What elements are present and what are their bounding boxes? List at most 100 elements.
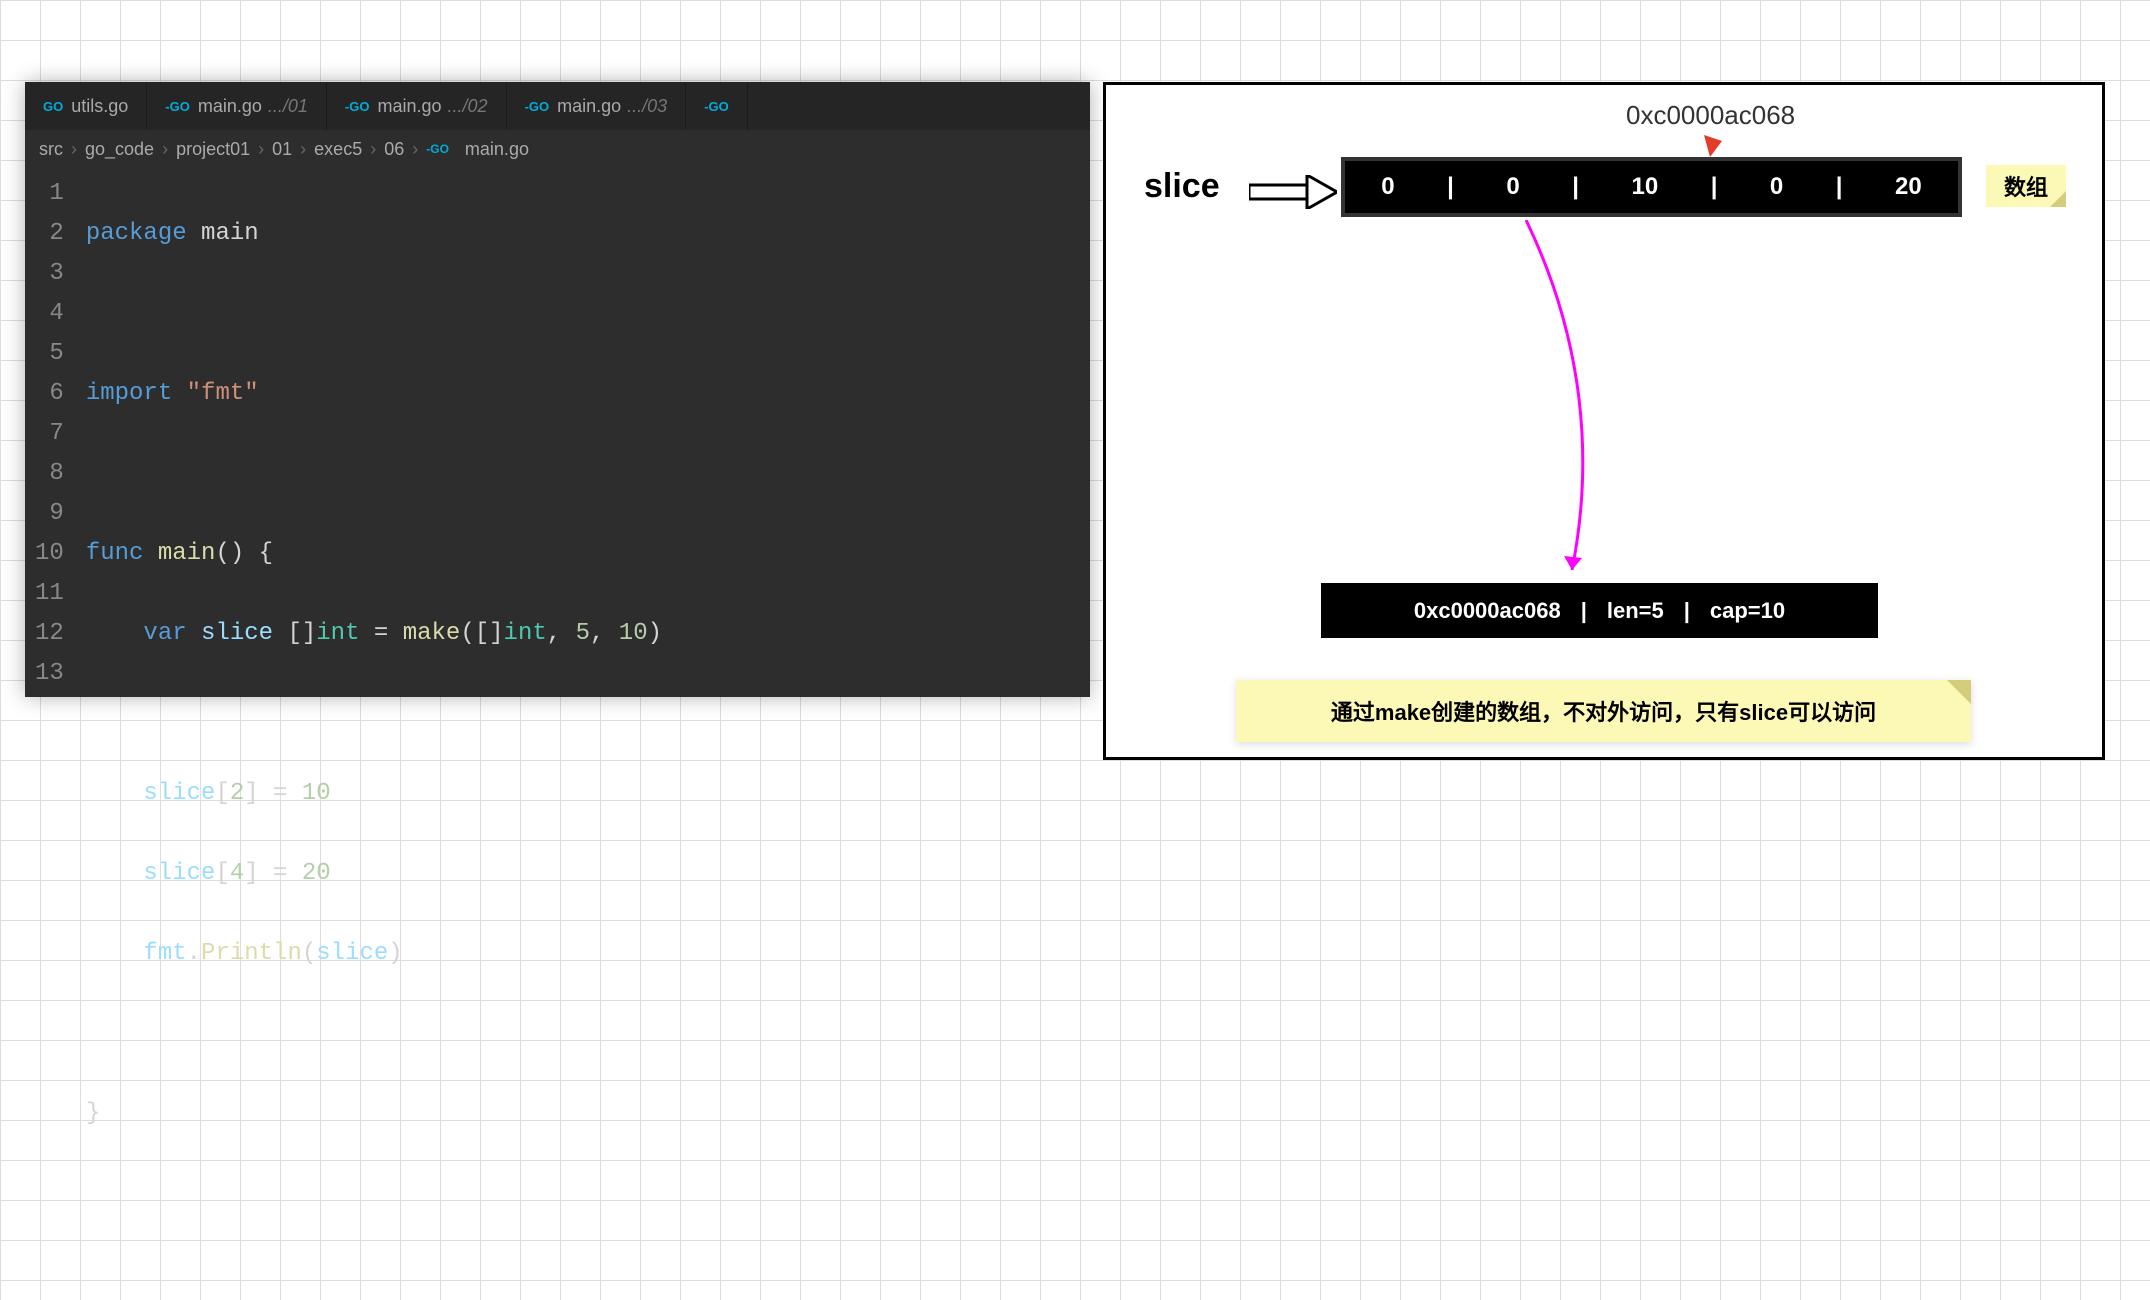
tab-label: main.go: [377, 96, 441, 117]
arrow-right-icon: [1249, 175, 1337, 209]
tab-suffix: .../01: [268, 96, 308, 117]
line-num: 1: [35, 174, 64, 214]
fn: main: [158, 540, 216, 567]
kw: var: [143, 620, 186, 647]
num: 10: [619, 620, 648, 647]
bc-item[interactable]: 01: [272, 139, 292, 160]
ident: slice: [316, 940, 388, 967]
go-icon: -GO: [345, 99, 370, 114]
tab-suffix: .../03: [627, 96, 667, 117]
go-icon: -GO: [165, 99, 190, 114]
go-icon: -GO: [525, 99, 550, 114]
line-num: 4: [35, 294, 64, 334]
line-num: 6: [35, 374, 64, 414]
code-editor: GO utils.go -GO main.go .../01 -GO main.…: [25, 82, 1090, 697]
array-tag-text: 数组: [2004, 170, 2048, 202]
tab-label: main.go: [198, 96, 262, 117]
bc-item[interactable]: src: [39, 139, 63, 160]
tok: () {: [215, 540, 273, 567]
tok: ,: [590, 620, 619, 647]
tab-suffix: .../02: [448, 96, 488, 117]
backing-array: 0| 0| 10| 0| 20: [1341, 157, 1962, 217]
sep-icon: |: [1572, 173, 1579, 201]
tab-overflow[interactable]: -GO: [686, 82, 748, 130]
array-cell: 0: [1381, 173, 1394, 201]
struct-cap: cap=10: [1710, 598, 1785, 624]
line-num: 2: [35, 214, 64, 254]
kw: func: [86, 540, 144, 567]
line-num: 9: [35, 494, 64, 534]
tok: [: [215, 780, 229, 807]
line-num: 10: [35, 534, 64, 574]
go-icon: -GO: [426, 142, 449, 156]
tab-utils[interactable]: GO utils.go: [25, 82, 147, 130]
tok: }: [86, 1100, 100, 1127]
tok: ): [388, 940, 402, 967]
tok: ): [648, 620, 662, 647]
ident: slice: [143, 860, 215, 887]
bc-file[interactable]: main.go: [465, 139, 529, 160]
tok: [: [215, 860, 229, 887]
kw: package: [86, 220, 187, 247]
line-num: 13: [35, 654, 64, 694]
note-text: 通过make创建的数组，不对外访问，只有slice可以访问: [1331, 695, 1876, 727]
arrow-down-icon: [1698, 135, 1728, 159]
tok: .: [187, 940, 201, 967]
address-label: 0xc0000ac068: [1626, 100, 1795, 131]
code-area[interactable]: 1 2 3 4 5 6 7 8 9 10 11 12 13 package ma…: [25, 168, 1090, 1300]
str: "fmt": [187, 380, 259, 407]
line-num: 3: [35, 254, 64, 294]
pointer-arrow-icon: [1524, 220, 1644, 590]
num: 10: [302, 780, 331, 807]
num: 5: [576, 620, 590, 647]
bc-item[interactable]: go_code: [85, 139, 154, 160]
memory-diagram: 0xc0000ac068 slice 0| 0| 10| 0| 20 数组 0x…: [1103, 82, 2105, 760]
code-content[interactable]: package main import "fmt" func main() { …: [86, 168, 662, 1300]
ident: fmt: [143, 940, 186, 967]
tok: ] =: [244, 860, 302, 887]
slice-header-struct: 0xc0000ac068 | len=5 | cap=10: [1321, 583, 1878, 638]
struct-addr: 0xc0000ac068: [1414, 598, 1561, 624]
sep-icon: |: [1711, 173, 1718, 201]
tab-label: utils.go: [71, 96, 128, 117]
ident: main: [201, 220, 259, 247]
go-icon: GO: [43, 99, 63, 114]
line-num: 8: [35, 454, 64, 494]
ident: slice: [201, 620, 273, 647]
annotation-note: 通过make创建的数组，不对外访问，只有slice可以访问: [1236, 680, 1971, 742]
line-num: 5: [35, 334, 64, 374]
tab-main-02[interactable]: -GO main.go .../02: [327, 82, 507, 130]
tab-bar: GO utils.go -GO main.go .../01 -GO main.…: [25, 82, 1090, 130]
line-gutter: 1 2 3 4 5 6 7 8 9 10 11 12 13: [25, 168, 86, 1300]
bc-item[interactable]: project01: [176, 139, 250, 160]
array-tag: 数组: [1986, 165, 2066, 207]
array-cell: 0: [1770, 173, 1783, 201]
tok: []: [475, 620, 504, 647]
fn: make: [403, 620, 461, 647]
line-num: 7: [35, 414, 64, 454]
line-num: 12: [35, 614, 64, 654]
tok: =: [360, 620, 403, 647]
kw: import: [86, 380, 172, 407]
array-cell: 10: [1631, 173, 1658, 201]
chevron-right-icon: ›: [412, 139, 418, 160]
bc-item[interactable]: exec5: [314, 139, 362, 160]
bc-item[interactable]: 06: [384, 139, 404, 160]
tab-main-03[interactable]: -GO main.go .../03: [507, 82, 687, 130]
num: 4: [230, 860, 244, 887]
sep-icon: |: [1836, 173, 1843, 201]
tok: (: [460, 620, 474, 647]
chevron-right-icon: ›: [71, 139, 77, 160]
chevron-right-icon: ›: [300, 139, 306, 160]
type: int: [504, 620, 547, 647]
line-num: 11: [35, 574, 64, 614]
tok: ] =: [244, 780, 302, 807]
breadcrumb: src› go_code› project01› 01› exec5› 06› …: [25, 130, 1090, 168]
array-cell: 0: [1506, 173, 1519, 201]
struct-len: len=5: [1607, 598, 1664, 624]
tok: (: [302, 940, 316, 967]
sep-icon: |: [1684, 598, 1690, 624]
num: 20: [302, 860, 331, 887]
chevron-right-icon: ›: [162, 139, 168, 160]
tab-main-01[interactable]: -GO main.go .../01: [147, 82, 327, 130]
